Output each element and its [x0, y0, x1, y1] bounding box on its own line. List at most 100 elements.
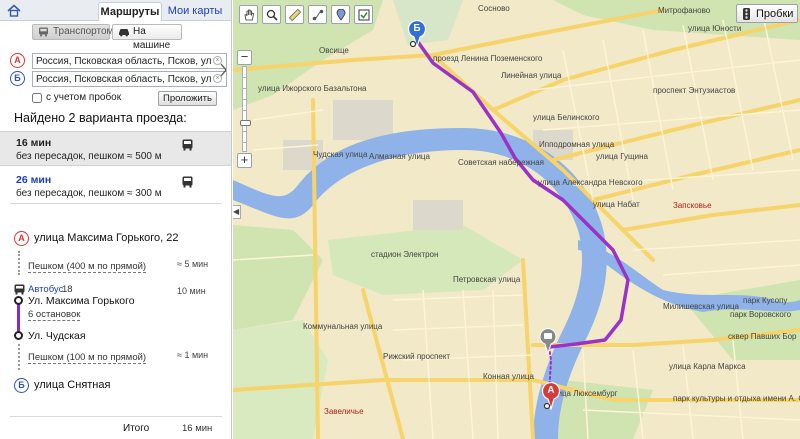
tab-bar: Маршруты Мои карты [0, 0, 231, 21]
bus-track-line [17, 300, 20, 334]
stop-marker [14, 331, 23, 340]
map-label-nabat: улица Набат [593, 200, 640, 209]
print-button[interactable] [354, 5, 373, 24]
map-label-zavelichye: Завеличье [324, 407, 364, 416]
pin-a-icon[interactable]: А [540, 380, 562, 410]
map-label-bazaltona: улица Ижорского Базальтона [258, 84, 367, 93]
map-label-chudskaya: Чудская улица [313, 150, 368, 159]
route-variant-1[interactable]: 16 мин без пересадок, пешком ≈ 500 м [0, 131, 231, 166]
walk-step-2-duration: ≈ 1 мин [177, 350, 209, 360]
bus-icon [182, 139, 193, 151]
ruler-icon [289, 9, 301, 21]
start-address: улица Максима Горького, 22 [34, 232, 179, 244]
map-label-kusopu: парк Кусопу [743, 296, 788, 305]
point-a-badge: А [14, 231, 29, 246]
map-label-almaznaya: Алмазная улица [369, 152, 430, 161]
map-label-nevskogo: улица Александра Невского [538, 178, 643, 187]
mode-car-button[interactable]: На машине [112, 24, 182, 51]
zoom-out-button[interactable]: − [237, 50, 252, 65]
tab-routes[interactable]: Маршруты [98, 2, 162, 21]
bus-stop-pin-icon[interactable] [538, 328, 558, 354]
home-icon[interactable] [7, 4, 21, 17]
zoom-area-button[interactable] [262, 5, 281, 24]
walk-step-2-link[interactable]: Пешком (100 м по прямой) [28, 352, 147, 364]
build-route-button[interactable]: Проложить [158, 91, 217, 106]
walk-path-dots [18, 251, 20, 275]
walk-path-dots [18, 344, 20, 370]
map-label-ovsishche: Овсище [319, 46, 349, 55]
traffic-button-label: Пробки [756, 8, 794, 20]
svg-text:Б: Б [413, 23, 420, 34]
route-panel: Маршруты Мои карты Транспортом На машине… [0, 0, 232, 439]
walk-step-1-duration: ≈ 5 мин [177, 259, 209, 269]
results-title: Найдено 2 варианта проезда: [14, 111, 187, 125]
traffic-checkbox[interactable] [32, 93, 42, 103]
map-view[interactable]: Сосново Митрофаново улица Юности проезд … [233, 0, 800, 439]
mode-transit-button[interactable]: Транспортом [32, 24, 114, 40]
zoom-slider-handle[interactable] [240, 120, 251, 126]
map-label-sever-park: сквер Павших Бор [728, 332, 797, 341]
mode-transit-label: Транспортом [53, 26, 114, 37]
map-label-proezd: проезд Ленина Поземенского [433, 54, 543, 63]
map-label-ippodromnaya: Ипподромная улица [539, 140, 615, 149]
swap-points-icon[interactable] [219, 62, 229, 78]
map-label-mitrofanovo: Митрофаново [658, 6, 711, 15]
mode-car-label: На машине [133, 26, 171, 51]
point-b-badge: Б [14, 378, 29, 393]
map-label-lineinaya: Линейная улица [501, 71, 562, 80]
tab-my-maps[interactable]: Мои карты [166, 2, 224, 21]
bus-number: 18 [62, 284, 73, 295]
map-label-yunosti: улица Юности [688, 24, 742, 33]
divider [10, 203, 222, 204]
ruler-button[interactable] [285, 5, 304, 24]
bus-icon [182, 176, 193, 188]
hand-icon [244, 9, 254, 21]
route-variant-2[interactable]: 26 мин без пересадок, пешком ≈ 300 м [0, 169, 231, 203]
variant-description: без пересадок, пешком ≈ 500 м [16, 151, 162, 162]
link-icon [358, 9, 370, 21]
map-label-sovetskaya-nab: Советская набережная [458, 158, 544, 167]
end-address: улица Снятная [34, 379, 111, 391]
zoom-in-button[interactable]: + [237, 153, 252, 168]
stop-to-name: Ул. Чудская [28, 330, 86, 342]
bus-icon [39, 27, 48, 37]
pin-b-icon[interactable]: Б [406, 18, 428, 48]
map-label-belinskogo: улица Белинского [533, 113, 600, 122]
bus-route-link[interactable]: Автобус [28, 284, 63, 295]
route-tool-button[interactable] [308, 5, 327, 24]
traffic-button[interactable]: Пробки [736, 4, 798, 23]
to-address-input[interactable] [32, 71, 227, 87]
hand-tool-button[interactable] [239, 5, 258, 24]
zoom-control: − + [237, 50, 252, 170]
car-icon [119, 29, 129, 37]
map-label-kommunalnaya: Коммунальная улица [303, 322, 383, 331]
bus-duration: 10 мин [177, 286, 206, 296]
from-address-input[interactable] [32, 53, 227, 69]
map-label-konnaya: Конная улица [483, 372, 534, 381]
placemark-button[interactable] [331, 5, 350, 24]
collapse-panel-arrow[interactable]: ◀ [233, 205, 241, 219]
walk-step-1-link[interactable]: Пешком (400 м по прямой) [28, 261, 147, 273]
svg-text:А: А [547, 385, 554, 396]
variant-description: без пересадок, пешком ≈ 300 м [16, 188, 162, 199]
map-label-zaskovye: Запсковье [673, 201, 712, 210]
map-label-sosnovo: Сосново [478, 4, 510, 13]
point-b-badge: Б [10, 71, 25, 86]
variant-time: 26 мин [16, 174, 52, 186]
total-value: 16 мин [182, 423, 213, 434]
stop-marker [14, 296, 23, 305]
magnifier-icon [266, 9, 278, 21]
traffic-checkbox-label: с учетом пробок [46, 92, 122, 103]
point-a-badge: А [10, 53, 25, 68]
stops-count-link[interactable]: 6 остановок [28, 309, 81, 321]
stop-from-name: Ул. Максима Горького [28, 295, 135, 307]
map-label-kultury: парк культуры и отдыха имени А. С. [673, 394, 800, 403]
route-icon [312, 9, 324, 21]
zoom-slider-track[interactable] [240, 66, 251, 152]
map-label-petrovskaya: Петровская улица [453, 275, 521, 284]
bus-icon [14, 284, 25, 295]
map-label-rizhsky: Рижский проспект [383, 352, 451, 361]
map-label-stadion: стадион Электрон [371, 250, 439, 259]
map-label-gushchina: улица Гущина [596, 152, 648, 161]
map-label-milishevskaya: Милишевская улица [663, 302, 739, 311]
